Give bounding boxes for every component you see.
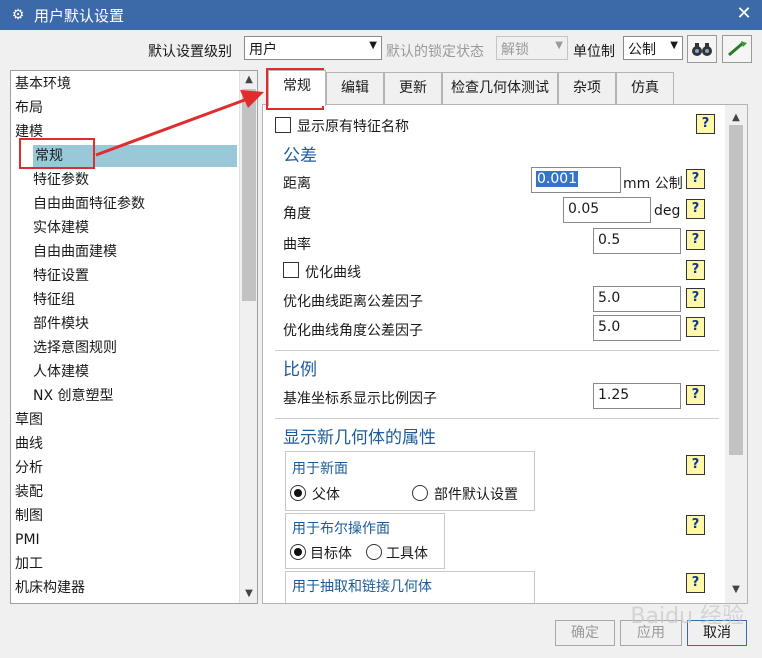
callout-arrow [95,90,264,157]
watermark: Baidu 经验 [630,604,744,629]
tab-0[interactable]: 常规 [268,70,326,106]
